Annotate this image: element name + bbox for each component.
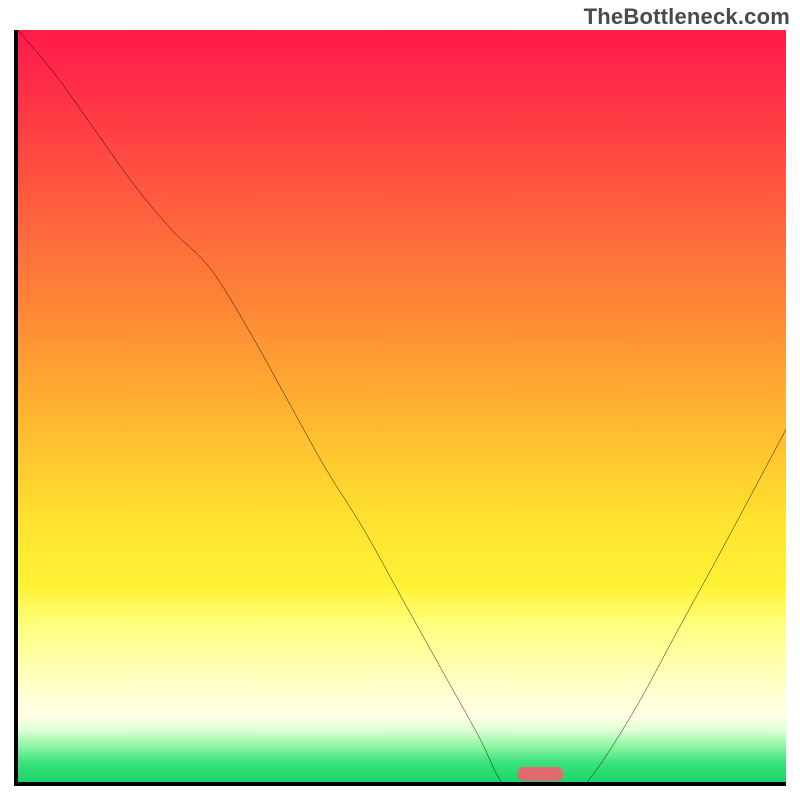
chart-stage: TheBottleneck.com: [0, 0, 800, 800]
curve-path: [18, 30, 786, 786]
bottleneck-curve: [18, 30, 786, 786]
watermark-text: TheBottleneck.com: [584, 4, 790, 30]
optimal-marker: [517, 767, 563, 781]
plot-area: [14, 30, 786, 786]
